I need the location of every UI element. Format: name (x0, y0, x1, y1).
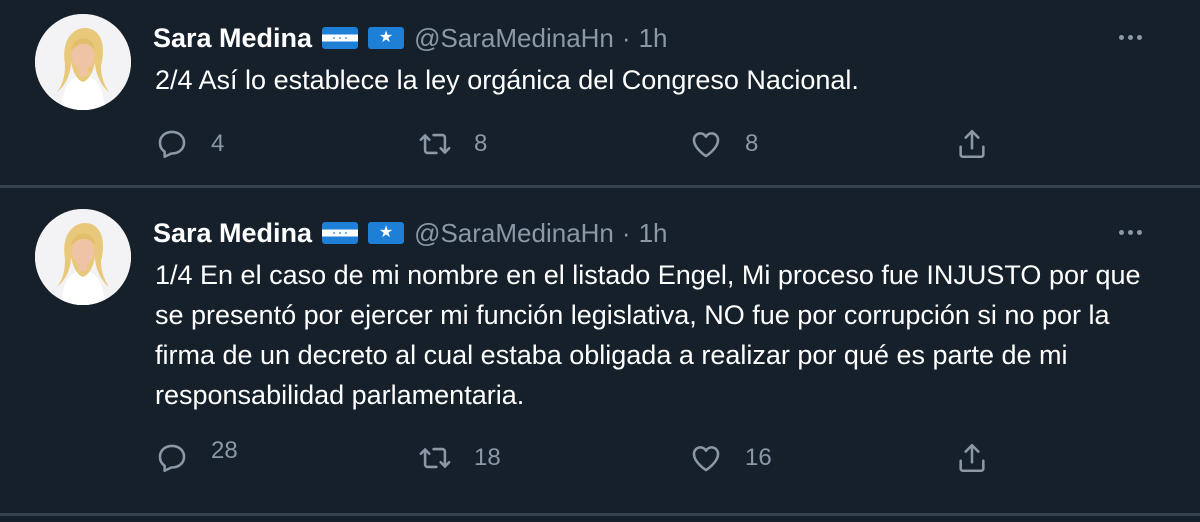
tweet-text: 1/4 En el caso de mi nombre en el listad… (155, 260, 1141, 410)
retweet-count: 8 (474, 130, 488, 157)
star-flag-icon: ★ (368, 27, 405, 49)
like-button[interactable]: 16 (689, 438, 772, 478)
star-flag-icon: ★ (368, 222, 405, 244)
reply-icon (158, 444, 186, 473)
heart-icon (692, 446, 720, 472)
header-separator: · (621, 22, 631, 53)
reply-button[interactable]: 28 (155, 438, 238, 478)
retweet-button[interactable]: 18 (418, 438, 501, 478)
timeline: Sara Medina ★ @SaraMedinaHn · 1h 2/4 Así… (0, 0, 1200, 522)
retweet-count: 18 (474, 444, 501, 471)
author-handle[interactable]: @SaraMedinaHn (414, 23, 614, 54)
retweet-icon (419, 447, 451, 469)
tweet-actions: 4 8 8 (0, 124, 1200, 164)
timestamp[interactable]: 1h (639, 218, 668, 249)
author-name[interactable]: Sara Medina (153, 23, 312, 54)
tweet-header: Sara Medina ★ @SaraMedinaHn · 1h (153, 18, 667, 58)
share-icon (959, 443, 985, 473)
tweet-header: Sara Medina ★ @SaraMedinaHn · 1h (153, 213, 667, 253)
retweet-icon (419, 133, 451, 155)
like-count: 16 (745, 444, 772, 471)
tweet[interactable]: Sara Medina ★ @SaraMedinaHn · 1h 2/4 Así… (0, 0, 1200, 185)
like-button[interactable]: 8 (689, 124, 758, 164)
like-count: 8 (745, 130, 759, 157)
share-button[interactable] (955, 438, 989, 478)
share-button[interactable] (955, 124, 989, 164)
tweet-text: 2/4 Así lo establece la ley orgánica del… (155, 65, 859, 95)
reply-count: 4 (211, 130, 225, 157)
avatar[interactable] (35, 209, 131, 305)
author-handle[interactable]: @SaraMedinaHn (414, 218, 614, 249)
header-separator: · (621, 217, 631, 248)
reply-icon (158, 130, 186, 159)
tweet-divider (0, 185, 1200, 188)
profile-photo (35, 14, 131, 110)
more-options-icon[interactable] (1110, 22, 1150, 52)
share-icon (959, 129, 985, 159)
more-options-icon[interactable] (1110, 217, 1150, 247)
profile-photo (35, 209, 131, 305)
retweet-button[interactable]: 8 (418, 124, 487, 164)
reply-button[interactable]: 4 (155, 124, 224, 164)
avatar[interactable] (35, 14, 131, 110)
reply-count: 28 (211, 440, 238, 462)
tweet[interactable]: Sara Medina ★ @SaraMedinaHn · 1h 1/4 En … (0, 190, 1200, 515)
timestamp[interactable]: 1h (639, 23, 668, 54)
author-name[interactable]: Sara Medina (153, 218, 312, 249)
heart-icon (692, 132, 720, 158)
honduras-flag-icon (322, 222, 359, 244)
honduras-flag-icon (322, 27, 359, 49)
tweet-divider (0, 513, 1200, 516)
tweet-actions: 28 18 16 (0, 438, 1200, 478)
